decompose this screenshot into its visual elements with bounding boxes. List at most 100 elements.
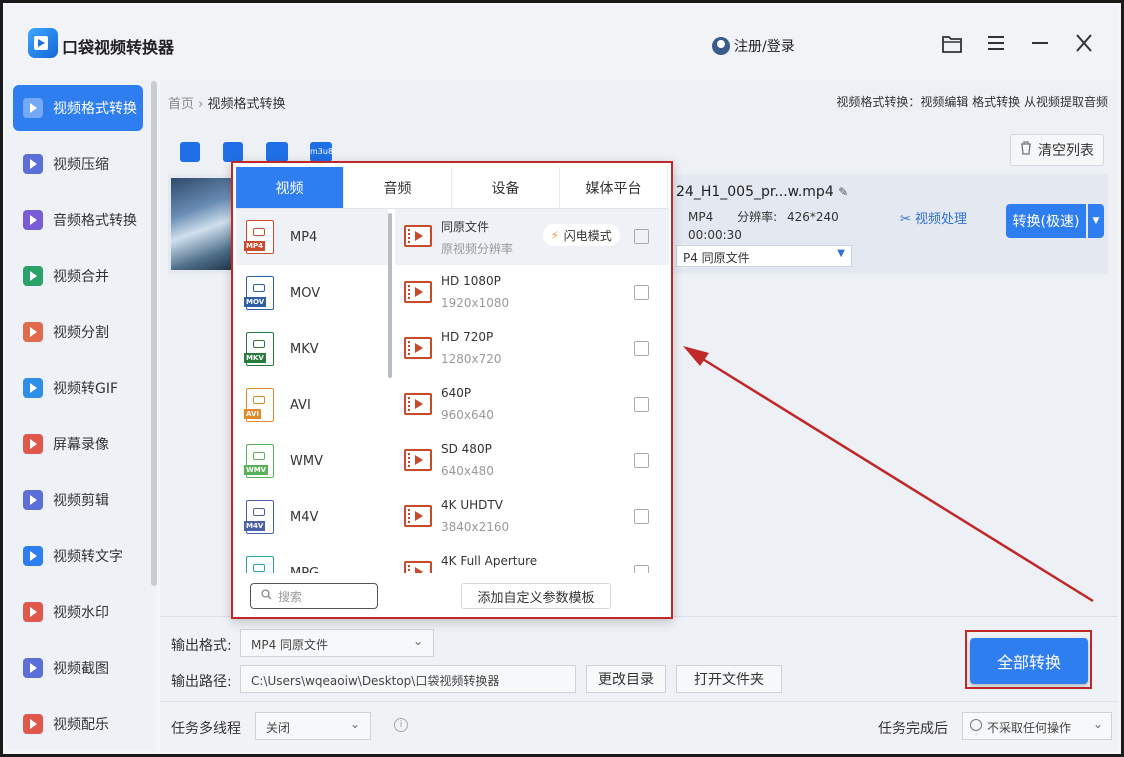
flash-mode-badge[interactable]: ⚡ 闪电模式 bbox=[543, 224, 620, 246]
output-format-dropdown[interactable]: MP4 同原文件 ⌄ bbox=[240, 629, 434, 657]
format-search-input[interactable]: 搜索 bbox=[250, 583, 378, 609]
tab-1[interactable]: 音频 bbox=[344, 167, 452, 208]
format-label: WMV bbox=[290, 453, 323, 469]
format-item[interactable]: MPG MPG bbox=[236, 545, 388, 573]
add-folder-icon[interactable] bbox=[266, 142, 288, 162]
clear-list-button[interactable]: 清空列表 bbox=[1010, 134, 1104, 166]
app-logo-icon bbox=[28, 28, 58, 58]
sidebar-item-6[interactable]: 屏幕录像 bbox=[13, 421, 143, 467]
chevron-down-icon: ⌄ bbox=[349, 717, 360, 731]
format-item[interactable]: M4V M4V bbox=[236, 489, 388, 545]
tab-2[interactable]: 设备 bbox=[452, 167, 560, 208]
breadcrumb-home[interactable]: 首页 bbox=[168, 97, 194, 112]
open-folder-button[interactable]: 打开文件夹 bbox=[676, 665, 782, 693]
sidebar-item-10[interactable]: 视频截图 bbox=[13, 645, 143, 691]
sidebar-item-3[interactable]: 视频合并 bbox=[13, 253, 143, 299]
multithread-dropdown[interactable]: 关闭 ⌄ bbox=[255, 712, 371, 740]
info-icon[interactable]: i bbox=[394, 718, 408, 732]
sidebar-item-label: 视频转GIF bbox=[53, 381, 119, 397]
resolution-item[interactable]: HD 1080P 1920x1080 bbox=[395, 265, 669, 321]
format-item[interactable]: AVI AVI bbox=[236, 377, 388, 433]
breadcrumb-current: 视频格式转换 bbox=[207, 97, 286, 112]
edit-icon[interactable] bbox=[634, 341, 649, 356]
file-name[interactable]: 24_H1_005_pr...w.mp4 ✎ bbox=[676, 184, 848, 200]
convert-button[interactable]: 转换(极速) bbox=[1006, 204, 1086, 238]
sidebar: 视频格式转换视频压缩音频格式转换视频合并视频分割视频转GIF 屏幕录像视频剪辑视频… bbox=[6, 80, 156, 751]
add-custom-template-button[interactable]: 添加自定义参数模板 bbox=[461, 583, 611, 609]
sidebar-item-label: 视频截图 bbox=[53, 661, 109, 677]
format-tag: MP4 bbox=[244, 241, 265, 251]
film-icon bbox=[404, 449, 432, 471]
tab-0[interactable]: 视频 bbox=[236, 167, 344, 208]
convert-all-button[interactable]: 全部转换 bbox=[970, 638, 1088, 684]
output-format-select[interactable]: P4 同原文件 ▼ bbox=[676, 245, 852, 267]
sidebar-item-8[interactable]: 视频转文字 bbox=[13, 533, 143, 579]
resolution-item[interactable]: 640P 960x640 bbox=[395, 377, 669, 433]
format-label: MKV bbox=[290, 341, 319, 357]
edit-icon[interactable] bbox=[634, 229, 649, 244]
resolution-item[interactable]: 同原文件 原视频分辨率 ⚡ 闪电模式 bbox=[395, 209, 669, 265]
resolution-name: 同原文件 bbox=[441, 220, 490, 234]
format-tag: MKV bbox=[244, 353, 266, 363]
change-directory-button[interactable]: 更改目录 bbox=[586, 665, 666, 693]
add-video-icon[interactable] bbox=[180, 142, 200, 162]
resolution-item[interactable]: HD 720P 1280x720 bbox=[395, 321, 669, 377]
tab-3[interactable]: 媒体平台 bbox=[560, 167, 668, 208]
format-tag: MOV bbox=[244, 297, 267, 307]
resolution-item[interactable]: 4K UHDTV 3840x2160 bbox=[395, 489, 669, 545]
format-tag: M4V bbox=[244, 521, 266, 531]
sidebar-item-label: 视频合并 bbox=[53, 269, 109, 285]
format-item[interactable]: MKV MKV bbox=[236, 321, 388, 377]
minimize-icon[interactable] bbox=[1028, 34, 1052, 58]
format-item[interactable]: MOV MOV bbox=[236, 265, 388, 321]
edit-icon[interactable] bbox=[634, 397, 649, 412]
sidebar-item-2[interactable]: 音频格式转换 bbox=[13, 197, 143, 243]
sidebar-item-11[interactable]: 视频配乐 bbox=[13, 701, 143, 747]
sidebar-item-label: 视频转文字 bbox=[53, 549, 123, 565]
video-process-link[interactable]: ✂ 视频处理 bbox=[900, 208, 967, 227]
sidebar-item-label: 视频配乐 bbox=[53, 717, 109, 733]
convert-dropdown-icon[interactable]: ▼ bbox=[1088, 204, 1104, 238]
edit-icon[interactable] bbox=[634, 565, 649, 573]
format-item[interactable]: MP4 MP4 bbox=[236, 209, 388, 265]
after-completion-value: 不采取任何操作 bbox=[987, 721, 1072, 735]
login-label: 注册/登录 bbox=[734, 39, 795, 55]
edit-icon[interactable] bbox=[634, 285, 649, 300]
sidebar-item-icon bbox=[23, 490, 43, 510]
sidebar-item-icon bbox=[23, 434, 43, 454]
video-file-icon: MPG bbox=[246, 556, 274, 573]
sidebar-item-9[interactable]: 视频水印 bbox=[13, 589, 143, 635]
sidebar-item-0[interactable]: 视频格式转换 bbox=[13, 85, 143, 131]
edit-icon[interactable] bbox=[634, 453, 649, 468]
search-icon bbox=[261, 589, 272, 603]
add-file-icon[interactable] bbox=[223, 142, 243, 162]
sidebar-scrollbar[interactable] bbox=[151, 81, 157, 586]
resolution-size: 3840x2160 bbox=[441, 520, 510, 534]
sidebar-item-1[interactable]: 视频压缩 bbox=[13, 141, 143, 187]
sidebar-item-7[interactable]: 视频剪辑 bbox=[13, 477, 143, 523]
sidebar-item-5[interactable]: 视频转GIF bbox=[13, 365, 143, 411]
resolution-value: 426*240 bbox=[786, 210, 839, 224]
sidebar-item-label: 视频压缩 bbox=[53, 157, 109, 173]
resolution-name: HD 720P bbox=[441, 330, 494, 344]
rename-pencil-icon[interactable]: ✎ bbox=[838, 185, 848, 199]
resolution-item[interactable]: SD 480P 640x480 bbox=[395, 433, 669, 489]
m3u8-icon[interactable]: m3u8 bbox=[310, 142, 333, 162]
top-links: 视频格式转换：视频编辑 格式转换 从视频提取音频 bbox=[836, 95, 1108, 109]
resolution-list: 同原文件 原视频分辨率 ⚡ 闪电模式 HD 1080P 1920x1080 HD 720P 1… bbox=[395, 209, 669, 573]
film-icon bbox=[404, 337, 432, 359]
after-completion-dropdown[interactable]: 不采取任何操作 ⌄ bbox=[962, 712, 1112, 740]
sidebar-item-icon bbox=[23, 98, 43, 118]
title-bar: 口袋视频转换器 注册/登录 bbox=[6, 6, 1118, 80]
menu-icon[interactable] bbox=[984, 34, 1008, 58]
edit-icon[interactable] bbox=[634, 509, 649, 524]
output-format-select-value: P4 同原文件 bbox=[683, 251, 750, 265]
folder-icon[interactable] bbox=[940, 34, 964, 58]
resolution-item[interactable]: 4K Full Aperture bbox=[395, 545, 669, 573]
output-path-field[interactable]: C:\Users\wqeaoiw\Desktop\口袋视频转换器 bbox=[240, 665, 576, 693]
sidebar-item-4[interactable]: 视频分割 bbox=[13, 309, 143, 355]
close-icon[interactable] bbox=[1072, 34, 1096, 58]
format-list-scrollbar[interactable] bbox=[388, 213, 392, 378]
login-link[interactable]: 注册/登录 bbox=[712, 36, 795, 56]
format-item[interactable]: WMV WMV bbox=[236, 433, 388, 489]
